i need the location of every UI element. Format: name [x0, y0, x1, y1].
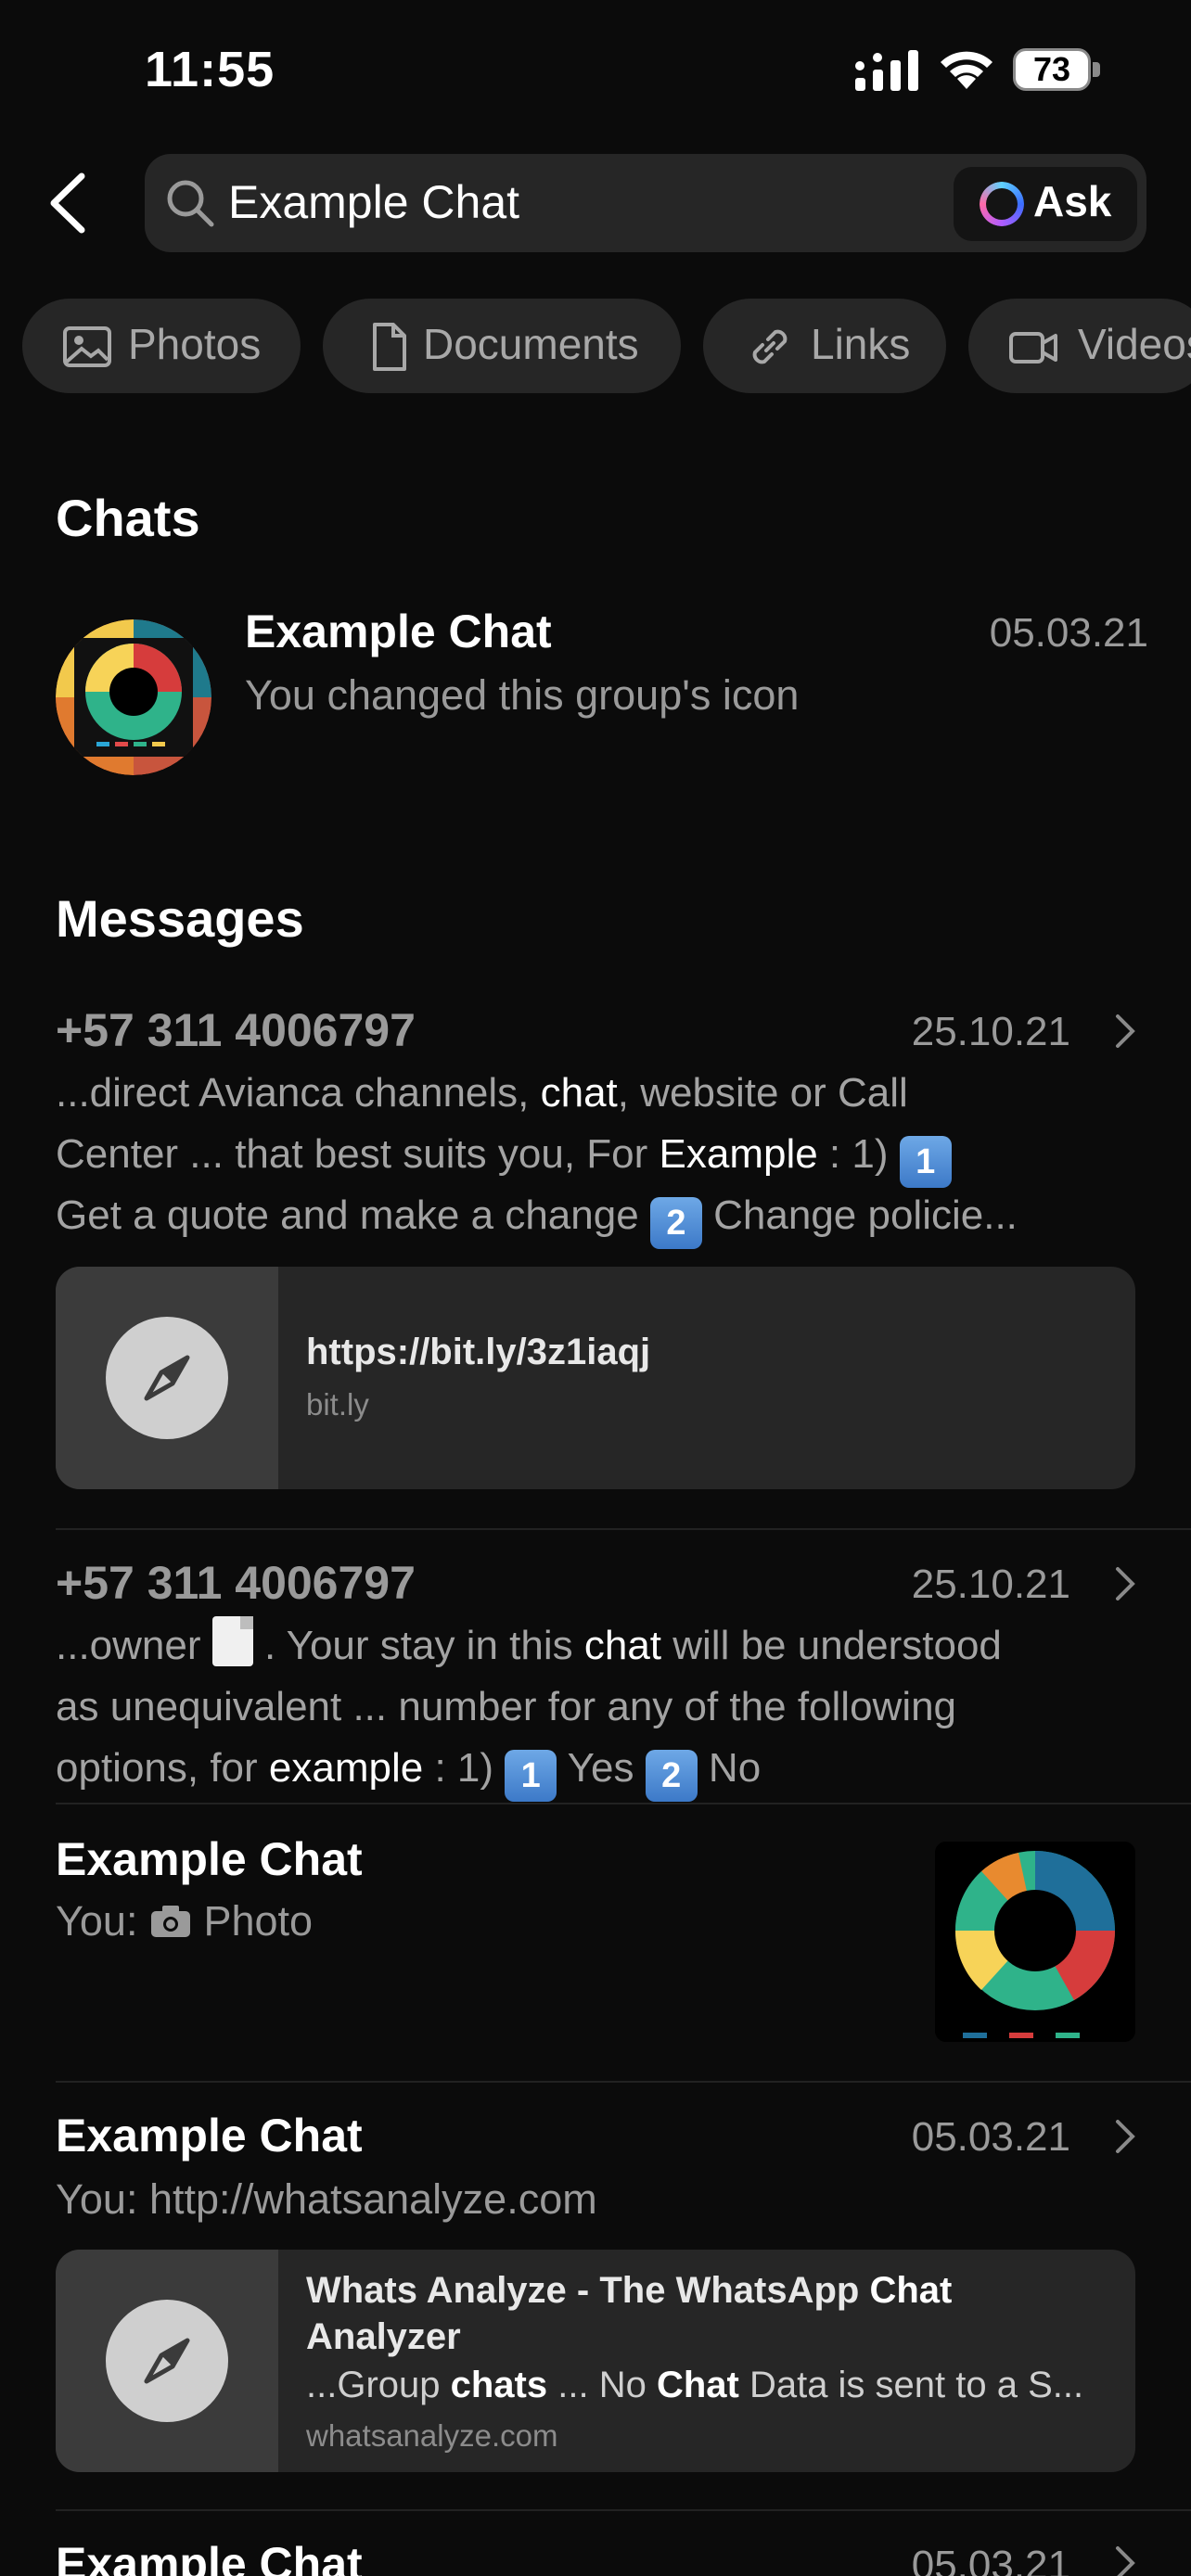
link-description: ...Group chats ... No Chat Data is sent …	[306, 2365, 1084, 2405]
link-title-line2: Analyzer	[306, 2316, 461, 2357]
battery-percent: 73	[1032, 50, 1071, 88]
link-url: https://bit.ly/3z1iaqj	[306, 1332, 651, 1372]
divider	[56, 2081, 1191, 2083]
message-snippet-line: ...direct Avianca channels, chat, websit…	[56, 1070, 908, 1116]
chat-preview: You changed this group's icon	[245, 671, 800, 719]
divider	[56, 1528, 1191, 1530]
keycap-emoji: 1	[505, 1750, 557, 1802]
message-preview: You: http://whatsanalyze.com	[56, 2175, 597, 2223]
message-date: 05.03.21	[911, 2114, 1070, 2160]
search-input[interactable]	[228, 172, 933, 232]
compass-icon	[106, 2300, 228, 2422]
ask-button-label: Ask	[1033, 177, 1112, 225]
message-date: 25.10.21	[911, 1562, 1070, 1607]
message-chat-name: Example Chat	[56, 2538, 363, 2576]
message-chat-name: Example Chat	[56, 1833, 363, 1885]
camera-icon	[150, 1906, 190, 1937]
cellular-signal-icon	[855, 50, 918, 91]
message-snippet-line: as unequivalent ... number for any of th…	[56, 1684, 957, 1729]
link-preview-card[interactable]: Whats Analyze - The WhatsApp Chat Analyz…	[56, 2250, 1135, 2472]
message-preview: You: Photo	[56, 1897, 314, 1945]
chat-date: 05.03.21	[989, 610, 1148, 656]
section-title-messages: Messages	[56, 889, 304, 948]
keycap-emoji: 2	[649, 1197, 702, 1249]
divider	[56, 2509, 1191, 2511]
link-host: whatsanalyze.com	[306, 2418, 558, 2453]
message-snippet-line: options, for example : 1) 1 Yes 2 No	[56, 1738, 761, 1802]
message-sender: +57 311 4006797	[56, 1557, 416, 1609]
message-snippet-line: Center ... that best suits you, For Exam…	[56, 1124, 952, 1188]
message-chat-name: Example Chat	[56, 2110, 363, 2162]
link-thumbnail	[56, 1267, 278, 1489]
message-sender: +57 311 4006797	[56, 1004, 416, 1056]
message-snippet-line: Get a quote and make a change 2 Change p…	[56, 1185, 1018, 1249]
keycap-emoji: 1	[899, 1136, 952, 1188]
photo-thumbnail[interactable]	[935, 1842, 1135, 2042]
page-emoji-icon	[211, 1616, 253, 1666]
filter-chip-label: Documents	[423, 320, 639, 368]
message-result[interactable]: Example Chat 05.03.21	[0, 2515, 1191, 2576]
group-avatar	[56, 619, 211, 775]
link-title: Whats Analyze - The WhatsApp Chat	[306, 2270, 953, 2311]
message-snippet-line: ...owner . Your stay in this chat will b…	[56, 1615, 1002, 1677]
filter-chip-label: Links	[811, 320, 911, 368]
back-chevron-icon[interactable]	[46, 172, 89, 234]
search-icon	[167, 180, 214, 227]
filter-chip-label: Photos	[128, 320, 262, 368]
chevron-right-icon	[1116, 2546, 1135, 2576]
keycap-emoji: 2	[645, 1750, 698, 1802]
meta-ai-ring-icon	[980, 182, 1024, 226]
chevron-right-icon	[1116, 2120, 1135, 2153]
status-time: 11:55	[145, 42, 275, 97]
chevron-right-icon	[1116, 1567, 1135, 1600]
wifi-icon	[941, 51, 992, 89]
compass-icon	[106, 1317, 228, 1439]
message-date: 05.03.21	[911, 2543, 1070, 2576]
message-date: 25.10.21	[911, 1009, 1070, 1054]
divider	[56, 1803, 1191, 1804]
chevron-right-icon	[1116, 1014, 1135, 1048]
link-preview-card[interactable]: https://bit.ly/3z1iaqj bit.ly	[56, 1267, 1135, 1489]
section-title-chats: Chats	[56, 489, 200, 547]
document-icon	[373, 323, 406, 371]
link-icon	[752, 329, 788, 364]
link-thumbnail	[56, 2250, 278, 2472]
battery-indicator: 73	[1013, 48, 1100, 91]
filter-chip-label: Videos	[1078, 320, 1191, 368]
video-icon	[1009, 332, 1057, 363]
chat-name: Example Chat	[245, 606, 552, 657]
link-host: bit.ly	[306, 1387, 369, 1422]
photo-icon	[63, 326, 111, 367]
